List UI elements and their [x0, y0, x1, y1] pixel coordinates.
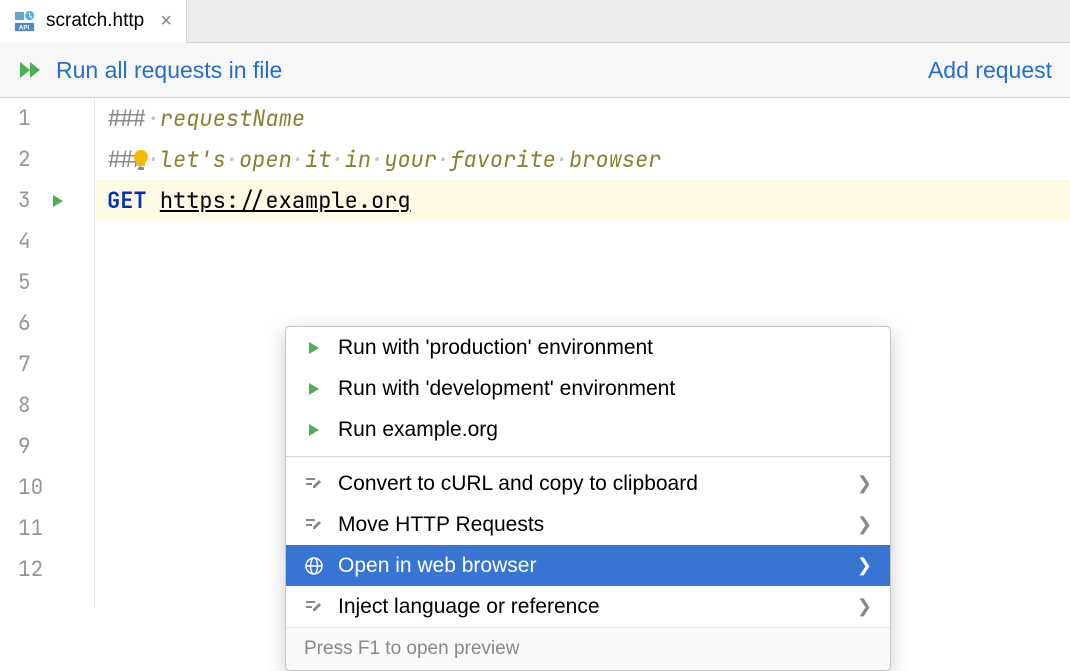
run-gutter-icon[interactable]: [49, 193, 67, 209]
menu-footer-hint: Press F1 to open preview: [286, 627, 890, 670]
menu-item-convert-curl[interactable]: Convert to cURL and copy to clipboard ❯: [286, 463, 890, 504]
gutter-line: 10: [0, 467, 94, 508]
svg-text:API: API: [19, 24, 30, 31]
tab-filename: scratch.http: [46, 10, 144, 32]
code-line-active: GET https://example.org: [95, 180, 1070, 221]
chevron-right-icon: ❯: [857, 473, 872, 494]
http-file-icon: API: [14, 10, 36, 32]
add-request-button[interactable]: Add request: [928, 57, 1052, 84]
close-icon[interactable]: ×: [154, 10, 172, 33]
menu-item-open-browser[interactable]: Open in web browser ❯: [286, 545, 890, 586]
menu-item-move-requests[interactable]: Move HTTP Requests ❯: [286, 504, 890, 545]
chevron-right-icon: ❯: [857, 596, 872, 617]
gutter-line: 11: [0, 508, 94, 549]
chevron-right-icon: ❯: [857, 555, 872, 576]
editor: 1 2 3 4 5 6 7 8 9 10 11 12 ###·requestNa…: [0, 98, 1070, 608]
run-all-button[interactable]: Run all requests in file: [18, 57, 282, 84]
tab-bar: API scratch.http ×: [0, 0, 1070, 43]
play-icon: [304, 338, 324, 358]
code-line: [95, 221, 1070, 262]
run-all-label: Run all requests in file: [56, 57, 282, 84]
code-line: [95, 262, 1070, 303]
code-line: ###·requestName: [95, 98, 1070, 139]
intention-bulb-icon[interactable]: [131, 149, 151, 178]
code-line: ###·let's·open·it·in·your·favorite·brows…: [95, 139, 1070, 180]
toolbar: Run all requests in file Add request: [0, 43, 1070, 98]
gutter-line: 7: [0, 344, 94, 385]
menu-item-run-example[interactable]: Run example.org: [286, 409, 890, 450]
run-all-icon: [18, 59, 46, 81]
gutter-line: 1: [0, 98, 94, 139]
gutter-line: 6: [0, 303, 94, 344]
gutter-line: 4: [0, 221, 94, 262]
play-icon: [304, 420, 324, 440]
gutter-line: 2: [0, 139, 94, 180]
context-menu: Run with 'production' environment Run wi…: [285, 326, 891, 671]
gutter-line: 5: [0, 262, 94, 303]
menu-item-run-production[interactable]: Run with 'production' environment: [286, 327, 890, 368]
file-tab[interactable]: API scratch.http ×: [0, 0, 187, 43]
edit-icon: [304, 597, 324, 617]
edit-icon: [304, 474, 324, 494]
gutter-line: 9: [0, 426, 94, 467]
play-icon: [304, 379, 324, 399]
globe-icon: [304, 556, 324, 576]
edit-icon: [304, 515, 324, 535]
menu-item-inject-language[interactable]: Inject language or reference ❯: [286, 586, 890, 627]
menu-separator: [286, 456, 890, 457]
menu-item-run-development[interactable]: Run with 'development' environment: [286, 368, 890, 409]
gutter-line: 3: [0, 180, 94, 221]
gutter-line: 12: [0, 549, 94, 590]
gutter: 1 2 3 4 5 6 7 8 9 10 11 12: [0, 98, 95, 608]
gutter-line: 8: [0, 385, 94, 426]
chevron-right-icon: ❯: [857, 514, 872, 535]
